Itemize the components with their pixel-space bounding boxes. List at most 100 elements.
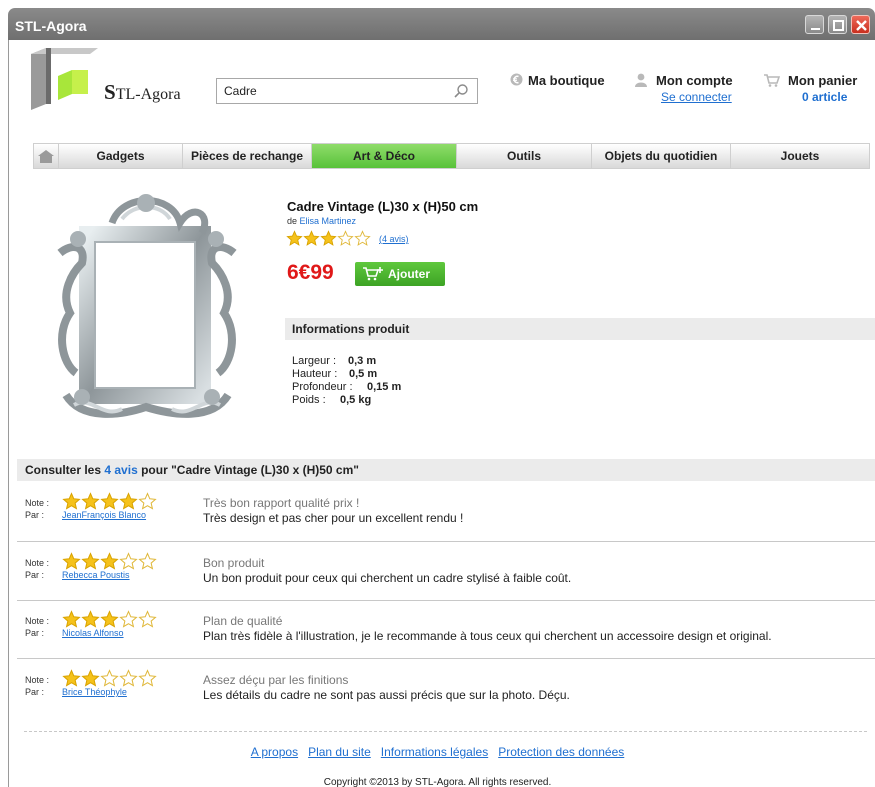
shop-link[interactable]: Ma boutique: [528, 73, 605, 88]
product-price: 6€99: [287, 261, 334, 284]
star-empty-icon: [354, 230, 371, 246]
star-empty-icon: [119, 610, 138, 628]
review-text: Très design et pas cher pour un excellen…: [203, 511, 464, 525]
star-filled-icon: [100, 610, 119, 628]
star-empty-icon: [100, 669, 119, 687]
reviews-link[interactable]: (4 avis): [379, 234, 409, 244]
review-rating: [62, 492, 157, 511]
search-input[interactable]: [218, 80, 448, 102]
window-border: [8, 40, 9, 787]
maximize-button[interactable]: [828, 15, 847, 34]
add-button-label: Ajouter: [388, 267, 430, 281]
reviews-header-prefix: Consulter les: [25, 463, 102, 477]
author-prefix: de: [287, 216, 298, 226]
review-item: Note : Par : JeanFrançois Blanco Très bo…: [17, 490, 875, 536]
star-empty-icon: [138, 669, 157, 687]
product-info-header: Informations produit: [285, 318, 875, 340]
star-empty-icon: [138, 610, 157, 628]
nav-item-art-deco[interactable]: Art & Déco: [312, 144, 457, 168]
par-label: Par :: [25, 628, 45, 638]
star-filled-icon: [62, 492, 81, 510]
review-text: Plan très fidèle à l'illustration, je le…: [203, 629, 772, 643]
review-item: Note : Par : Nicolas Alfonso Plan de qua…: [17, 608, 875, 654]
spec-value: 0,3 m: [348, 355, 377, 367]
spec-row: Profondeur : 0,15 m: [292, 381, 401, 394]
product-rating: [286, 230, 371, 247]
spec-row: Hauteur : 0,5 m: [292, 368, 377, 381]
spec-label: Largeur :: [292, 355, 337, 367]
window-title: STL-Agora: [15, 18, 87, 34]
spec-label: Poids :: [292, 394, 326, 406]
close-button[interactable]: [851, 15, 870, 34]
spec-value: 0,15 m: [367, 381, 402, 393]
review-item: Note : Par : Brice Théophyle Assez déçu …: [17, 667, 875, 713]
reviews-header: Consulter les 4 avis pour "Cadre Vintage…: [17, 459, 875, 481]
nav-item-outils[interactable]: Outils: [457, 144, 592, 168]
search-box: [216, 78, 478, 104]
note-label: Note :: [25, 675, 50, 685]
author-link[interactable]: Elisa Martinez: [300, 216, 357, 226]
star-filled-icon: [100, 552, 119, 570]
spec-label: Hauteur :: [292, 368, 338, 380]
nav-home[interactable]: [34, 144, 59, 168]
spec-row: Largeur : 0,3 m: [292, 355, 376, 368]
review-text: Les détails du cadre ne sont pas aussi p…: [203, 688, 570, 702]
review-item: Note : Par : Rebecca Poustis Bon produit…: [17, 550, 875, 596]
cart-add-icon: [363, 267, 383, 281]
review-author-link[interactable]: JeanFrançois Blanco: [62, 510, 146, 520]
star-filled-icon: [81, 669, 100, 687]
note-label: Note :: [25, 498, 50, 508]
review-divider: [17, 658, 875, 659]
star-filled-icon: [62, 669, 81, 687]
review-rating: [62, 552, 157, 571]
star-empty-icon: [119, 552, 138, 570]
star-filled-icon: [100, 492, 119, 510]
review-author-link[interactable]: Brice Théophyle: [62, 687, 127, 697]
footer-link-sitemap[interactable]: Plan du site: [308, 745, 371, 759]
footer-links: A propos Plan du site Informations légal…: [0, 745, 875, 759]
review-author-link[interactable]: Nicolas Alfonso: [62, 628, 124, 638]
footer-link-apropos[interactable]: A propos: [251, 745, 298, 759]
spec-row: Poids : 0,5 kg: [292, 394, 371, 407]
nav-item-jouets[interactable]: Jouets: [731, 144, 869, 168]
cart-count[interactable]: 0 article: [802, 90, 847, 104]
close-icon: [856, 20, 867, 31]
note-label: Note :: [25, 558, 50, 568]
reviews-header-suffix: pour "Cadre Vintage (L)30 x (H)50 cm": [141, 463, 359, 477]
spec-value: 0,5 kg: [340, 394, 372, 406]
spec-label: Profondeur :: [292, 381, 353, 393]
cart-label[interactable]: Mon panier: [788, 73, 857, 88]
add-to-cart-button[interactable]: Ajouter: [355, 262, 445, 286]
logo-rest: TL-Agora: [115, 86, 181, 103]
star-empty-icon: [138, 492, 157, 510]
star-filled-icon: [286, 230, 303, 246]
account-icon: [635, 73, 647, 87]
title-bar[interactable]: STL-Agora: [8, 8, 875, 40]
note-label: Note :: [25, 616, 50, 626]
review-title: Bon produit: [203, 556, 265, 570]
account-label: Mon compte: [656, 73, 733, 88]
star-empty-icon: [119, 669, 138, 687]
nav-item-gadgets[interactable]: Gadgets: [59, 144, 183, 168]
review-rating: [62, 669, 157, 688]
star-filled-icon: [81, 610, 100, 628]
footer-link-legal[interactable]: Informations légales: [381, 745, 488, 759]
nav-item-objets[interactable]: Objets du quotidien: [592, 144, 731, 168]
reviews-count-link[interactable]: 4 avis: [104, 463, 137, 477]
review-title: Plan de qualité: [203, 614, 283, 628]
review-author-link[interactable]: Rebecca Poustis: [62, 570, 130, 580]
maximize-icon: [833, 20, 844, 31]
footer-link-privacy[interactable]: Protection des données: [498, 745, 624, 759]
logo-first-letter: S: [104, 80, 116, 104]
star-empty-icon: [337, 230, 354, 246]
copyright: Copyright ©2013 by STL-Agora. All rights…: [323, 777, 552, 787]
minimize-button[interactable]: [805, 15, 824, 34]
par-label: Par :: [25, 687, 45, 697]
nav-item-pieces[interactable]: Pièces de rechange: [183, 144, 312, 168]
spec-value: 0,5 m: [349, 368, 378, 380]
app-window: STL-Agora STL-Agora Ma boutique: [0, 0, 875, 787]
search-icon[interactable]: [453, 83, 469, 99]
login-link[interactable]: Se connecter: [661, 90, 732, 104]
review-title: Très bon rapport qualité prix !: [203, 496, 360, 510]
review-divider: [17, 600, 875, 601]
